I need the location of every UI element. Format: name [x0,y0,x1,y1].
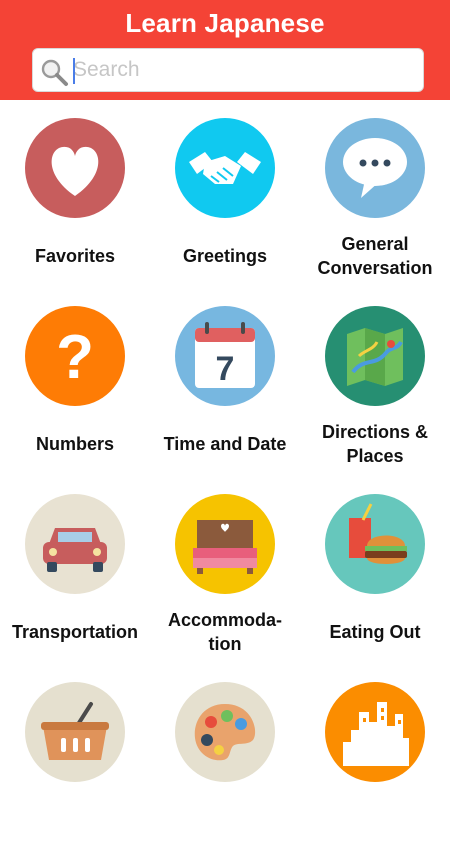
category-city[interactable] [300,664,450,852]
category-label: Favorites [34,246,116,266]
shopping-basket-icon [25,682,125,782]
category-grid: Favorites Greetings General Conversation [0,100,450,800]
category-favorites[interactable]: Favorites [0,100,150,288]
category-label: Time and Date [163,434,287,454]
category-label: Numbers [35,434,115,454]
text-cursor [73,58,75,84]
palette-icon [175,682,275,782]
bed-icon [175,494,275,594]
category-numbers[interactable]: ? Numbers [0,288,150,476]
category-general-conversation[interactable]: General Conversation [300,100,450,288]
app-title: Learn Japanese [125,8,325,38]
category-eating-out[interactable]: Eating Out [300,476,450,664]
category-greetings[interactable]: Greetings [150,100,300,288]
category-directions-and-places[interactable]: Directions & Places [300,288,450,476]
map-icon [325,306,425,406]
search-icon [41,59,68,86]
category-label: Directions & Places [321,422,429,466]
search-box[interactable] [32,48,424,92]
heart-icon [25,118,125,218]
calendar-icon: 7 [175,306,275,406]
car-icon [25,494,125,594]
search-input[interactable] [73,55,413,85]
burger-icon [325,494,425,594]
category-label: Greetings [182,246,268,266]
app-header: Learn Japanese [0,0,450,100]
category-time-and-date[interactable]: 7 Time and Date [150,288,300,476]
category-label: Eating Out [329,622,421,642]
question-mark-icon: ? [25,306,125,406]
handshake-icon [175,118,275,218]
svg-text:?: ? [56,323,94,392]
category-colors[interactable] [150,664,300,852]
svg-text:7: 7 [216,350,235,388]
category-label: Accommoda- tion [167,610,283,654]
category-accommodation[interactable]: Accommoda- tion [150,476,300,664]
category-label: General Conversation [317,234,433,278]
speech-bubble-icon [325,118,425,218]
city-icon [325,682,425,782]
category-transportation[interactable]: Transportation [0,476,150,664]
category-label: Transportation [11,622,138,642]
category-shopping[interactable] [0,664,150,852]
